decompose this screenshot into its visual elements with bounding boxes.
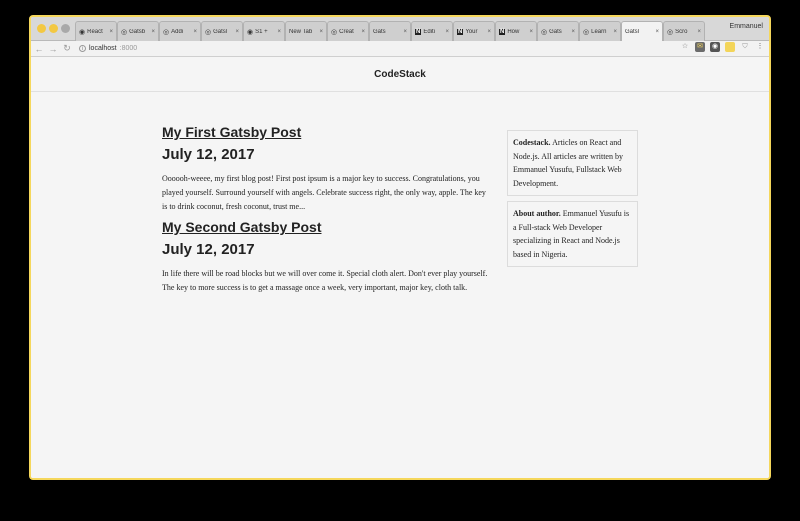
sticky-note-extension-icon[interactable] (725, 42, 735, 52)
post-title-link[interactable]: My First Gatsby Post (162, 124, 492, 140)
shield-extension-icon[interactable]: ⛉ (740, 42, 750, 52)
post-date: July 12, 2017 (162, 146, 255, 163)
post-list: My First Gatsby Post July 12, 2017 Ooooo… (162, 124, 492, 300)
close-tab-icon[interactable]: × (487, 29, 491, 35)
browser-tab[interactable]: N How × (495, 21, 537, 41)
minimize-window-button[interactable] (49, 24, 58, 33)
github-icon: ◉ (247, 28, 254, 36)
tab-title: Gatsb (129, 28, 146, 35)
browser-tab[interactable]: ◎ Gats × (537, 21, 579, 41)
close-window-button[interactable] (37, 24, 46, 33)
tab-title: Learn (591, 28, 607, 35)
post-excerpt: In life there will be road blocks but we… (162, 269, 488, 292)
site-title[interactable]: CodeStack (374, 69, 426, 80)
post-date: July 12, 2017 (162, 241, 255, 258)
close-tab-icon[interactable]: × (361, 29, 365, 35)
tab-title: Gats (373, 28, 386, 35)
browser-tab[interactable]: Gatsl × (621, 21, 663, 41)
url-host: localhost (89, 45, 117, 52)
close-tab-icon[interactable]: × (319, 29, 323, 35)
back-icon[interactable]: ← (33, 44, 45, 54)
close-tab-icon[interactable]: × (445, 29, 449, 35)
close-tab-icon[interactable]: × (151, 29, 155, 35)
browser-tab[interactable]: ◎ Gatsl × (201, 21, 243, 41)
globe-icon: ◎ (205, 28, 212, 36)
github-icon: ◉ (79, 28, 86, 36)
tab-title: Gatsl (213, 28, 228, 35)
browser-toolbar: ← → ↻ i localhost:8000 ☆ ✉ ◉ ⛉ ⋮ (31, 41, 769, 57)
browser-tab[interactable]: ◎ Scro × (663, 21, 705, 41)
sidebar-card-about-site: Codestack. Articles on React and Node.js… (507, 130, 638, 196)
sidebar-card-heading: Codestack. (513, 138, 551, 147)
globe-icon: ◎ (121, 28, 128, 36)
sidebar-card-heading: About author. (513, 209, 561, 218)
browser-tab[interactable]: N Your × (453, 21, 495, 41)
browser-tab[interactable]: ◎ Creat × (327, 21, 369, 41)
browser-tab[interactable]: ◎ Gatsb × (117, 21, 159, 41)
forward-icon[interactable]: → (47, 44, 59, 54)
close-tab-icon[interactable]: × (403, 29, 407, 35)
close-tab-icon[interactable]: × (697, 29, 701, 35)
profile-name[interactable]: Emmanuel (730, 23, 763, 30)
tab-title: React (87, 28, 103, 35)
close-tab-icon[interactable]: × (235, 29, 239, 35)
notion-icon: N (499, 28, 506, 35)
notion-icon: N (415, 28, 422, 35)
tab-title: Scro (675, 28, 688, 35)
tab-title: New Tab (289, 28, 313, 35)
browser-tab[interactable]: ◉ S1 + × (243, 21, 285, 41)
tab-title: How (507, 28, 520, 35)
post-excerpt: Oooooh-weeee, my first blog post! First … (162, 174, 486, 211)
reload-icon[interactable]: ↻ (61, 43, 73, 54)
close-tab-icon[interactable]: × (571, 29, 575, 35)
post-item: My First Gatsby Post July 12, 2017 Ooooo… (162, 124, 492, 214)
url-port: :8000 (119, 45, 138, 52)
browser-window: ◉ React × ◎ Gatsb × ◎ Addi × ◎ Gatsl × ◉ S1 + × New Tab… (29, 15, 771, 480)
close-tab-icon[interactable]: × (613, 29, 617, 35)
maximize-window-button[interactable] (61, 24, 70, 33)
close-tab-icon[interactable]: × (655, 29, 659, 35)
tab-title: Creat (339, 28, 354, 35)
tab-strip: ◉ React × ◎ Gatsb × ◎ Addi × ◎ Gatsl × ◉ S1 + × New Tab… (31, 17, 769, 41)
sidebar-card-about-author: About author. Emmanuel Yusufu is a Full-… (507, 201, 638, 267)
close-tab-icon[interactable]: × (193, 29, 197, 35)
sidebar: Codestack. Articles on React and Node.js… (507, 130, 638, 272)
extension-icon[interactable]: ✉ (695, 42, 705, 52)
info-icon[interactable]: i (79, 45, 86, 52)
browser-tab[interactable]: ◉ React × (75, 21, 117, 41)
site-header: CodeStack (31, 58, 769, 92)
close-tab-icon[interactable]: × (529, 29, 533, 35)
notion-icon: N (457, 28, 464, 35)
address-bar[interactable]: i localhost:8000 (79, 45, 137, 52)
tab-title: Addi (171, 28, 184, 35)
close-tab-icon[interactable]: × (109, 29, 113, 35)
close-tab-icon[interactable]: × (277, 29, 281, 35)
globe-icon: ◎ (583, 28, 590, 36)
page-viewport: CodeStack My First Gatsby Post July 12, … (31, 58, 769, 478)
browser-tab[interactable]: N Editi × (411, 21, 453, 41)
post-title-link[interactable]: My Second Gatsby Post (162, 219, 492, 235)
browser-tab[interactable]: ◎ Learn × (579, 21, 621, 41)
post-item: My Second Gatsby Post July 12, 2017 In l… (162, 219, 492, 295)
tab-title: Your (465, 28, 478, 35)
browser-tab[interactable]: Gats × (369, 21, 411, 41)
globe-icon: ◎ (163, 28, 170, 36)
tab-title: Gats (549, 28, 562, 35)
bookmark-star-icon[interactable]: ☆ (680, 42, 690, 52)
tab-title: S1 + (255, 28, 268, 35)
ghost-extension-icon[interactable]: ◉ (710, 42, 720, 52)
browser-tab[interactable]: New Tab × (285, 21, 327, 41)
tab-title: Editi (423, 28, 436, 35)
menu-icon[interactable]: ⋮ (755, 42, 765, 52)
globe-icon: ◎ (331, 28, 338, 36)
globe-icon: ◎ (667, 28, 674, 36)
browser-tab[interactable]: ◎ Addi × (159, 21, 201, 41)
tab-title: Gatsl (625, 28, 640, 35)
globe-icon: ◎ (541, 28, 548, 36)
